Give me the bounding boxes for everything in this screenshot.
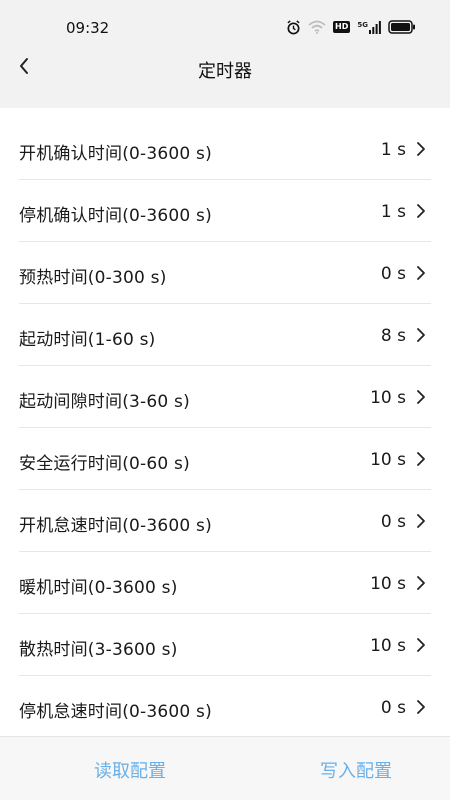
write-config-button[interactable]: 写入配置 bbox=[320, 757, 392, 783]
setting-value: 0 s bbox=[380, 698, 406, 718]
alarm-icon bbox=[286, 19, 301, 35]
wifi-icon bbox=[308, 20, 326, 34]
setting-row-cooling[interactable]: 散热时间(3-3600 s) 10 s bbox=[0, 614, 450, 676]
setting-label: 停机确认时间(0-3600 s) bbox=[19, 206, 212, 226]
chevron-right-icon bbox=[414, 327, 428, 343]
setting-row-crank[interactable]: 起动时间(1-60 s) 8 s bbox=[0, 304, 450, 366]
status-icons: HD 5G bbox=[286, 18, 416, 36]
chevron-right-icon bbox=[414, 203, 428, 219]
setting-label: 暖机时间(0-3600 s) bbox=[19, 578, 178, 598]
setting-value: 10 s bbox=[370, 450, 406, 470]
setting-label: 停机怠速时间(0-3600 s) bbox=[19, 702, 212, 722]
setting-row-start-idle[interactable]: 开机怠速时间(0-3600 s) 0 s bbox=[0, 490, 450, 552]
setting-label: 起动间隙时间(3-60 s) bbox=[19, 392, 190, 412]
setting-row-crank-rest[interactable]: 起动间隙时间(3-60 s) 10 s bbox=[0, 366, 450, 428]
setting-value: 8 s bbox=[380, 326, 406, 346]
setting-value: 1 s bbox=[380, 202, 406, 222]
bottom-action-bar: 读取配置 写入配置 bbox=[0, 736, 450, 800]
signal-5g-icon: 5G bbox=[357, 20, 381, 34]
setting-row-startup-confirm[interactable]: 开机确认时间(0-3600 s) 1 s bbox=[0, 118, 450, 180]
setting-value: 10 s bbox=[370, 388, 406, 408]
chevron-right-icon bbox=[414, 513, 428, 529]
chevron-right-icon bbox=[414, 265, 428, 281]
chevron-right-icon bbox=[414, 389, 428, 405]
network-type-label: 5G bbox=[357, 20, 368, 29]
setting-label: 安全运行时间(0-60 s) bbox=[19, 454, 190, 474]
chevron-right-icon bbox=[414, 141, 428, 157]
setting-value: 0 s bbox=[380, 264, 406, 284]
setting-label: 起动时间(1-60 s) bbox=[19, 330, 156, 350]
status-bar: 09:32 HD 5G bbox=[0, 0, 450, 42]
setting-row-safety-on[interactable]: 安全运行时间(0-60 s) 10 s bbox=[0, 428, 450, 490]
page-title: 定时器 bbox=[198, 61, 252, 82]
nav-bar: 定时器 bbox=[0, 42, 450, 94]
setting-value: 0 s bbox=[380, 512, 406, 532]
setting-row-stop-idle[interactable]: 停机怠速时间(0-3600 s) 0 s bbox=[0, 676, 450, 736]
status-time: 09:32 bbox=[66, 19, 110, 37]
chevron-right-icon bbox=[414, 637, 428, 653]
hd-icon: HD bbox=[333, 21, 351, 33]
settings-list: 开机确认时间(0-3600 s) 1 s 停机确认时间(0-3600 s) 1 … bbox=[0, 108, 450, 736]
setting-label: 散热时间(3-3600 s) bbox=[19, 640, 178, 660]
setting-row-warm-up[interactable]: 暖机时间(0-3600 s) 10 s bbox=[0, 552, 450, 614]
read-config-button[interactable]: 读取配置 bbox=[94, 757, 166, 783]
chevron-right-icon bbox=[414, 575, 428, 591]
setting-value: 10 s bbox=[370, 574, 406, 594]
battery-icon bbox=[388, 20, 416, 34]
chevron-right-icon bbox=[414, 699, 428, 715]
setting-value: 10 s bbox=[370, 636, 406, 656]
setting-row-preheat[interactable]: 预热时间(0-300 s) 0 s bbox=[0, 242, 450, 304]
setting-row-stop-confirm[interactable]: 停机确认时间(0-3600 s) 1 s bbox=[0, 180, 450, 242]
setting-value: 1 s bbox=[380, 140, 406, 160]
setting-label: 开机怠速时间(0-3600 s) bbox=[19, 516, 212, 536]
chevron-right-icon bbox=[414, 451, 428, 467]
setting-label: 开机确认时间(0-3600 s) bbox=[19, 144, 212, 164]
setting-label: 预热时间(0-300 s) bbox=[19, 268, 167, 288]
